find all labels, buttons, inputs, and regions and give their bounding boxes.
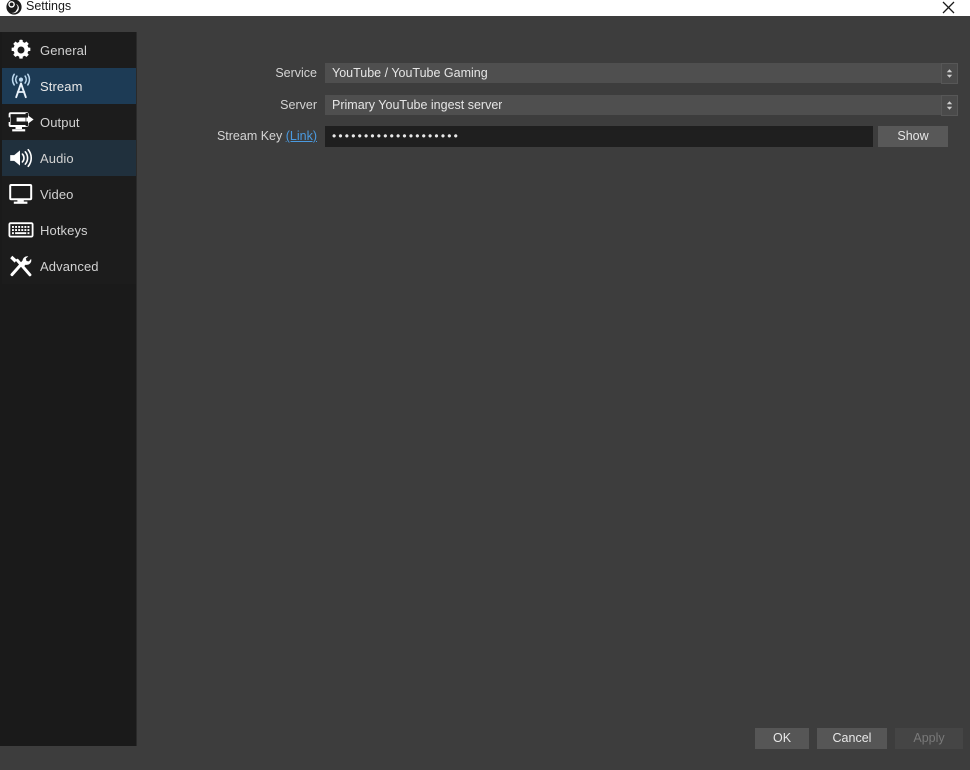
service-combobox[interactable]: YouTube / YouTube Gaming	[325, 63, 958, 84]
gear-icon	[2, 32, 40, 68]
window-title: Settings	[26, 0, 72, 13]
sidebar-item-video[interactable]: Video	[2, 176, 136, 212]
sidebar-item-audio[interactable]: Audio	[2, 140, 136, 176]
dialog-button-bar: OK Cancel Apply	[0, 724, 970, 752]
sidebar-item-label: General	[40, 42, 87, 58]
sidebar-list: General Stream Output Audio Video Hotkey…	[2, 32, 136, 284]
sidebar-item-hotkeys[interactable]: Hotkeys	[2, 212, 136, 248]
broadcast-tower-icon	[2, 68, 40, 104]
updown-chevron-icon[interactable]	[941, 63, 958, 84]
service-row: Service YouTube / YouTube Gaming	[138, 63, 958, 84]
wrench-screwdriver-icon	[2, 248, 40, 284]
server-label: Server	[280, 98, 317, 112]
sidebar-item-label: Hotkeys	[40, 222, 88, 238]
dialog-body: General Stream Output Audio Video Hotkey…	[0, 16, 970, 770]
server-value: Primary YouTube ingest server	[332, 98, 503, 112]
stream-key-row: Stream Key (Link) •••••••••••••••••••• S…	[138, 125, 948, 147]
sidebar-item-label: Output	[40, 114, 80, 130]
monitor-icon	[2, 176, 40, 212]
keyboard-icon	[2, 212, 40, 248]
apply-button: Apply	[895, 727, 963, 749]
sidebar-item-label: Stream	[40, 78, 83, 94]
updown-chevron-icon[interactable]	[941, 95, 958, 116]
stream-key-link[interactable]: (Link)	[286, 129, 317, 143]
speaker-icon	[2, 140, 40, 176]
server-combobox[interactable]: Primary YouTube ingest server	[325, 95, 958, 116]
show-stream-key-button[interactable]: Show	[878, 125, 948, 147]
stream-key-label-text: Stream Key	[216, 129, 283, 143]
service-label: Service	[275, 66, 317, 80]
sidebar-item-label: Advanced	[40, 258, 99, 274]
sidebar-item-general[interactable]: General	[2, 32, 136, 68]
sidebar-item-stream[interactable]: Stream	[2, 68, 136, 104]
stream-key-label: Stream Key (Link)	[138, 129, 325, 143]
monitor-arrow-icon	[2, 104, 40, 140]
server-row: Server Primary YouTube ingest server	[138, 95, 958, 116]
sidebar-item-advanced[interactable]: Advanced	[2, 248, 136, 284]
cancel-button[interactable]: Cancel	[817, 727, 887, 749]
stream-key-input[interactable]: ••••••••••••••••••••	[325, 125, 873, 147]
sidebar-item-output[interactable]: Output	[2, 104, 136, 140]
sidebar-item-label: Audio	[40, 150, 74, 166]
title-bar: Settings	[0, 0, 970, 16]
stream-settings-pane: Service YouTube / YouTube Gaming Server …	[138, 32, 970, 770]
service-value: YouTube / YouTube Gaming	[332, 66, 488, 80]
ok-button[interactable]: OK	[755, 727, 809, 749]
obs-logo-icon	[5, 0, 23, 16]
settings-window: Settings General Stream Output Audio Vid…	[0, 0, 970, 770]
sidebar-item-label: Video	[40, 186, 74, 202]
settings-sidebar: General Stream Output Audio Video Hotkey…	[0, 32, 137, 746]
